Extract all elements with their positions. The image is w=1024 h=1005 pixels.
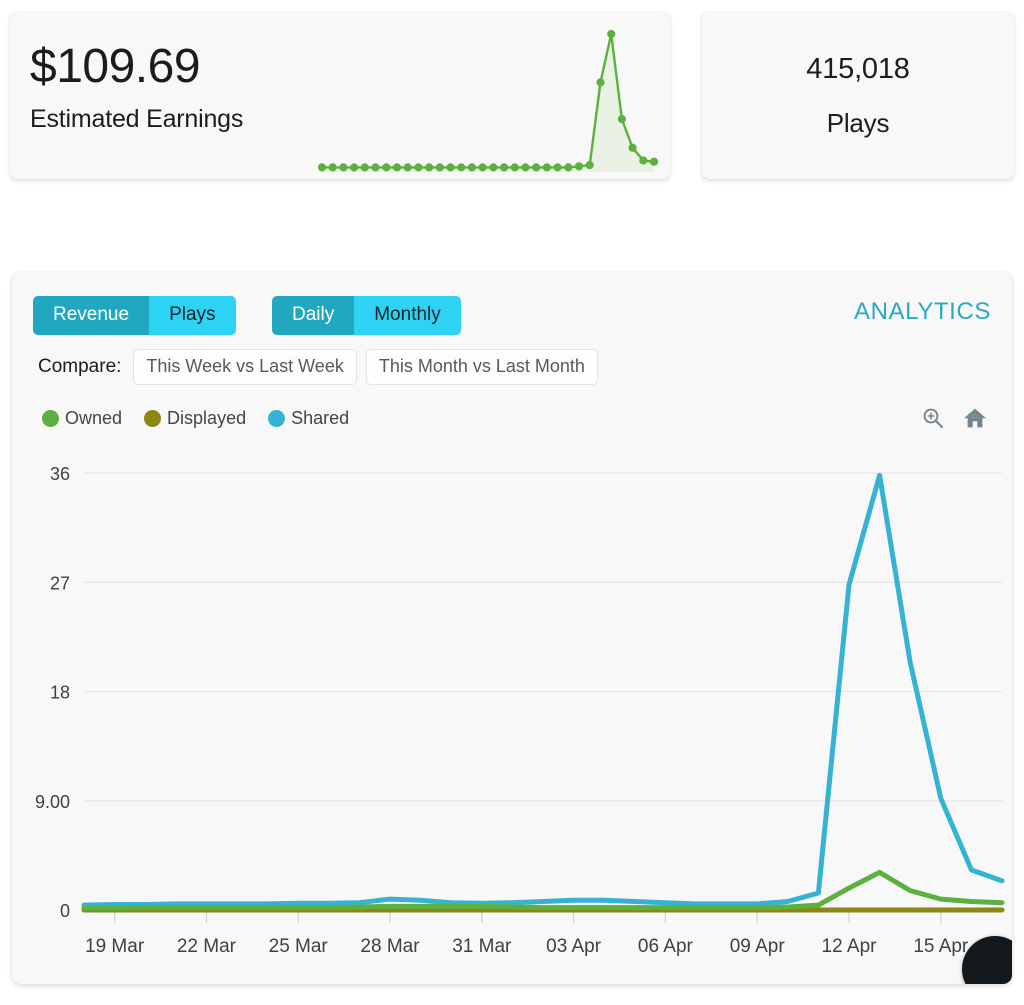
earnings-amount: $109.69 [30,40,201,93]
sparkline-svg [317,29,659,172]
sparkline-point [639,156,648,165]
sparkline-point [392,163,402,172]
earnings-sparkline [310,12,670,179]
period-toggle-group: Daily Monthly [272,296,461,335]
y-axis-tick-label: 27 [50,573,70,593]
analytics-title: ANALYTICS [854,298,991,325]
legend-swatch-owned [42,410,59,427]
x-axis-tick-label: 06 Apr [638,936,694,957]
sparkline-point [500,163,509,172]
plays-text-block: 415,018 Plays [702,12,1014,179]
sparkline-point [457,163,466,172]
x-axis-tick-label: 19 Mar [85,936,145,957]
chart-tools [921,406,987,430]
legend-item-shared[interactable]: Shared [268,408,349,429]
sparkline-area [322,34,654,172]
x-axis-tick-label: 28 Mar [360,936,420,957]
sparkline-point [435,163,444,172]
sparkline-point [414,163,423,172]
series-line-shared[interactable] [81,472,1005,908]
x-axis-tick-label: 03 Apr [546,936,602,957]
sparkline-point [446,163,455,172]
compare-month-button[interactable]: This Month vs Last Month [365,349,598,385]
sparkline-point [585,161,594,170]
sparkline-point [532,163,541,172]
y-axis-tick-label: 9.00 [35,792,70,812]
legend-item-displayed[interactable]: Displayed [144,408,246,429]
sparkline-point [553,163,562,172]
legend-item-owned[interactable]: Owned [42,408,122,429]
y-axis-tick-label: 36 [50,464,70,484]
earnings-label: Estimated Earnings [30,104,244,133]
period-toggle-daily[interactable]: Daily [272,296,355,335]
line-chart-svg[interactable]: 0 9.00 18 27 36 19 Mar 22 Mar 25 Mar 28 Mar 31 Ma… [12,455,1012,984]
sparkline-point [521,163,530,172]
plays-card[interactable]: 415,018 Plays [702,12,1014,179]
legend-label: Displayed [167,408,247,428]
sparkline-point [607,29,616,39]
analytics-page: $109.69 Estimated Earnings 415,018 Plays… [0,0,1024,1005]
stat-card-row: $109.69 Estimated Earnings 415,018 Plays [0,0,1024,190]
chart-legend: Owned Displayed Shared [42,408,371,429]
sparkline-point [317,163,327,172]
sparkline-point [574,162,584,171]
earnings-text-block: $109.69 Estimated Earnings [30,40,244,134]
x-axis-tick-label: 09 Apr [730,936,786,957]
x-axis-tick-label: 15 Apr [913,936,969,957]
analytics-panel: Revenue Plays Daily Monthly ANALYTICS Co… [12,272,1012,984]
sparkline-point [350,163,359,172]
y-axis-tick-label: 0 [60,901,70,921]
plays-label: Plays [826,107,890,138]
sparkline-point [628,143,637,152]
plays-count: 415,018 [806,52,910,85]
sparkline-point [403,163,412,172]
sparkline-point [425,163,434,172]
estimated-earnings-card[interactable]: $109.69 Estimated Earnings [10,12,670,179]
x-axis-tick-label: 25 Mar [269,936,329,957]
legend-swatch-shared [268,410,286,427]
sparkline-point [510,163,519,172]
metric-toggle-group: Revenue Plays [33,296,236,335]
sparkline-point [542,163,551,172]
metric-toggle-plays[interactable]: Plays [149,296,236,335]
sparkline-point [649,157,659,166]
metric-toggle-revenue[interactable]: Revenue [33,296,150,335]
compare-week-button[interactable]: This Week vs Last Week [133,349,357,385]
x-axis-tick-label: 22 Mar [177,936,237,957]
legend-label: Shared [291,408,350,428]
compare-label: Compare: [38,356,122,377]
sparkline-point [478,163,487,172]
legend-swatch-displayed [144,410,162,427]
home-icon[interactable] [963,406,987,430]
sparkline-point [328,163,337,172]
zoom-in-icon[interactable] [921,406,945,430]
sparkline-point [489,163,498,172]
sparkline-point [371,163,380,172]
sparkline-point [360,163,369,172]
chart-plot-area[interactable]: 0 9.00 18 27 36 19 Mar 22 Mar 25 Mar 28 Mar 31 Ma… [12,455,1012,984]
sparkline-point [596,78,605,87]
sparkline-point [339,163,348,172]
sparkline-point [382,163,391,172]
legend-label: Owned [65,408,123,428]
period-toggle-monthly[interactable]: Monthly [354,296,461,335]
x-axis-tick-label: 12 Apr [822,936,878,957]
y-axis-tick-label: 18 [50,683,70,703]
x-axis-tick-label: 31 Mar [452,936,512,957]
compare-row: Compare: This Week vs Last Week This Mon… [38,349,607,385]
sparkline-point [617,115,626,124]
sparkline-point [467,163,476,172]
sparkline-point [564,163,573,172]
